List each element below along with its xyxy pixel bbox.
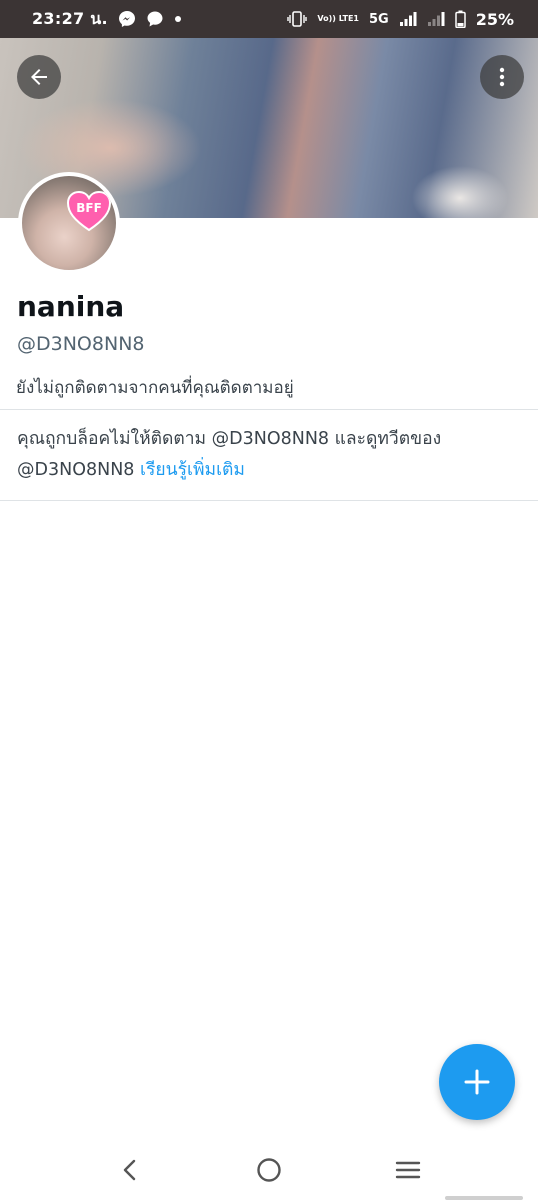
bff-badge-text: BFF xyxy=(76,201,102,215)
blocked-notice-handle: @D3NO8NN8 xyxy=(17,460,135,480)
nav-back-button[interactable] xyxy=(100,1140,160,1200)
gesture-indicator xyxy=(445,1196,523,1200)
battery-icon xyxy=(454,10,466,28)
nav-back-icon xyxy=(119,1158,141,1182)
signal-strength-2-icon xyxy=(427,11,445,27)
arrow-left-icon xyxy=(27,65,51,89)
divider xyxy=(0,409,538,410)
bff-heart-sticker: BFF xyxy=(66,190,112,236)
blocked-notice: คุณถูกบล็อคไม่ให้ติดตาม @D3NO8NN8 และดูท… xyxy=(17,424,522,486)
network-type: 5G xyxy=(368,11,389,27)
system-nav-bar xyxy=(0,1140,538,1200)
notification-dot-icon xyxy=(174,15,182,23)
nav-home-button[interactable] xyxy=(239,1140,299,1200)
nav-recents-icon xyxy=(395,1159,421,1181)
messenger-icon xyxy=(118,10,136,28)
compose-tweet-button[interactable] xyxy=(439,1044,515,1120)
status-time: 23:27 น. xyxy=(32,8,108,28)
nav-recents-button[interactable] xyxy=(378,1140,438,1200)
user-handle: @D3NO8NN8 xyxy=(17,333,145,355)
more-options-button[interactable] xyxy=(480,55,524,99)
divider xyxy=(0,500,538,501)
status-bar: 23:27 น. Vo)) LTE1 5G 25% xyxy=(0,0,538,38)
battery-level: 25% xyxy=(475,9,514,29)
signal-strength-icon xyxy=(399,11,417,27)
plus-icon xyxy=(463,1068,491,1096)
display-name: nanina xyxy=(17,290,125,323)
back-button[interactable] xyxy=(17,55,61,99)
follow-status-text: ยังไม่ถูกติดตามจากคนที่คุณติดตามอยู่ xyxy=(16,378,294,398)
more-vertical-icon xyxy=(490,65,514,89)
learn-more-link[interactable]: เรียนรู้เพิ่มเติม xyxy=(140,460,245,480)
volte-icon: Vo)) LTE1 xyxy=(317,14,359,23)
nav-home-icon xyxy=(256,1157,282,1183)
avatar[interactable]: BFF xyxy=(18,172,120,274)
profile-info: nanina @D3NO8NN8 xyxy=(17,290,522,355)
vibrate-icon xyxy=(287,11,308,27)
blocked-notice-line1: คุณถูกบล็อคไม่ให้ติดตาม @D3NO8NN8 และดูท… xyxy=(17,429,442,449)
chat-bubble-icon xyxy=(146,10,164,28)
